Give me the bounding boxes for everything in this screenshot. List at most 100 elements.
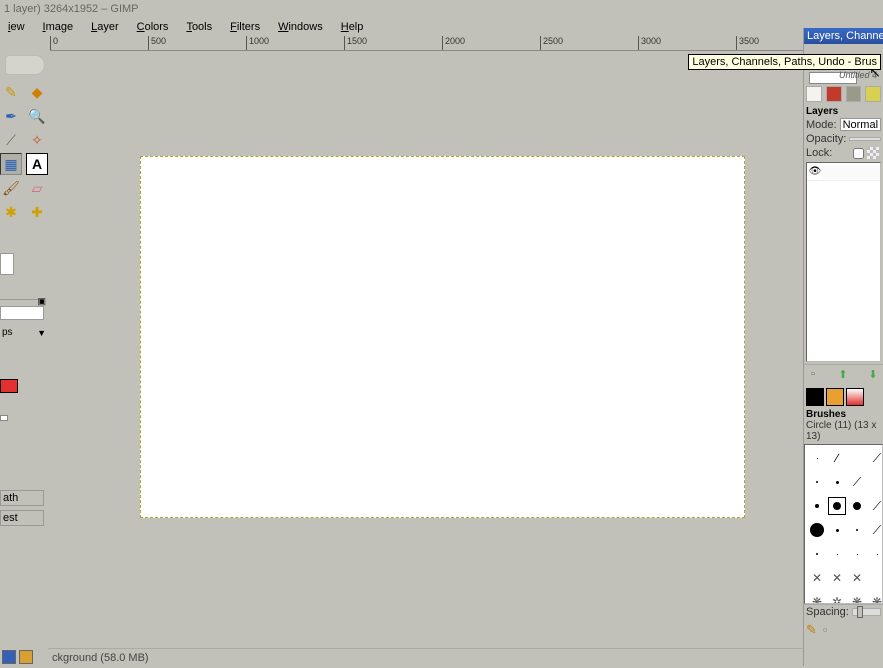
brush-item[interactable]: ∕ <box>828 449 846 467</box>
eye-icon[interactable]: 👁 <box>807 166 823 177</box>
brush-item[interactable] <box>808 449 826 467</box>
menu-filters[interactable]: Filters <box>222 20 268 34</box>
brush-item[interactable] <box>828 497 846 515</box>
mode-select[interactable]: Normal <box>840 118 881 131</box>
brush-item[interactable] <box>808 545 826 563</box>
swatch-orange[interactable] <box>826 388 844 406</box>
side-panel: Layers, Channels, Untitled 4 ↖ Layers Mo… <box>803 28 883 666</box>
brush-item[interactable]: ❋ <box>868 593 883 604</box>
tooltip: Layers, Channels, Paths, Undo - Brus <box>688 54 881 70</box>
brush-item[interactable] <box>868 545 883 563</box>
brush-preview-box[interactable] <box>0 253 14 275</box>
option-field-1[interactable] <box>0 306 44 320</box>
picker-icon[interactable]: ⟋ <box>0 129 22 151</box>
brush-item[interactable] <box>808 497 826 515</box>
brush-item[interactable] <box>868 569 883 587</box>
path-icon[interactable]: ✒ <box>0 105 22 127</box>
layer-row[interactable]: 👁 <box>807 163 880 181</box>
fg-color-swatch[interactable] <box>0 379 18 393</box>
title-text: 1 layer) 3264x1952 – GIMP <box>4 3 139 15</box>
bucket-icon[interactable]: ◆ <box>26 81 48 103</box>
menu-layer[interactable]: Layer <box>83 20 127 34</box>
brush-item[interactable] <box>828 473 846 491</box>
option-button-path[interactable]: ath <box>0 490 44 506</box>
ruler-tick: 2000 <box>442 36 465 51</box>
brush-grid[interactable]: ∕⟋⟋⟋⟋✕✕✕❋✲❋❋ <box>804 444 883 604</box>
brush-item[interactable] <box>868 473 883 491</box>
menu-bar: iewImageLayerColorsToolsFiltersWindowsHe… <box>0 18 883 36</box>
unit-select-label: ps <box>2 327 13 338</box>
menu-iew[interactable]: iew <box>0 20 33 34</box>
brush-item[interactable] <box>828 521 846 539</box>
smudge-icon[interactable]: ✱ <box>0 201 22 223</box>
undo-tab[interactable] <box>865 86 881 102</box>
brush-item[interactable] <box>828 545 846 563</box>
brush-icon[interactable]: 🖌 <box>0 177 22 199</box>
brush-item[interactable]: ⟋ <box>868 497 883 515</box>
swatch-red-grad[interactable] <box>846 388 864 406</box>
rect-select-icon[interactable] <box>5 55 45 75</box>
brush-item[interactable]: ❋ <box>808 593 826 604</box>
spacing-slider[interactable] <box>852 608 881 616</box>
expand-icon[interactable]: ▣ <box>37 296 46 307</box>
lower-layer-icon[interactable]: ⬇ <box>866 368 880 382</box>
option-button-est[interactable]: est <box>0 510 44 526</box>
swatch-black[interactable] <box>806 388 824 406</box>
zoom-icon[interactable]: 🔍 <box>26 105 48 127</box>
ruler-tick: 3500 <box>736 36 759 51</box>
eraser-icon[interactable]: ▱ <box>26 177 48 199</box>
brush-item[interactable] <box>848 521 866 539</box>
brush-item[interactable]: ✕ <box>808 569 826 587</box>
brush-item[interactable] <box>808 521 826 539</box>
text-icon[interactable]: A <box>26 153 48 175</box>
paths-tab[interactable] <box>846 86 862 102</box>
brush-item[interactable]: ⟋ <box>868 521 883 539</box>
pencil-icon[interactable]: ✎ <box>0 81 22 103</box>
mode-label: Mode: <box>806 119 837 131</box>
brush-item[interactable] <box>848 545 866 563</box>
new-layer-icon[interactable]: ▫ <box>806 368 820 382</box>
opacity-slider[interactable] <box>849 137 881 141</box>
brush-item[interactable] <box>848 449 866 467</box>
nav-right-icon[interactable] <box>19 650 33 664</box>
canvas-area[interactable] <box>50 51 803 636</box>
measure-icon[interactable]: ✧ <box>26 129 48 151</box>
menu-tools[interactable]: Tools <box>178 20 220 34</box>
new-brush-icon[interactable]: ▫ <box>823 622 828 638</box>
brush-item[interactable]: ✕ <box>828 569 846 587</box>
brushes-heading: Brushes <box>804 409 883 420</box>
menu-image[interactable]: Image <box>35 20 82 34</box>
menu-help[interactable]: Help <box>333 20 372 34</box>
ruler-horizontal: 0500100015002000250030003500 <box>50 36 803 51</box>
canvas[interactable] <box>140 156 745 518</box>
move-icon[interactable]: ▦ <box>0 153 22 175</box>
brush-item[interactable]: ⟋ <box>848 473 866 491</box>
edit-brush-icon[interactable]: ✎ <box>806 622 817 638</box>
brush-item[interactable] <box>848 497 866 515</box>
ruler-tick: 2500 <box>540 36 563 51</box>
brush-item[interactable]: ✲ <box>828 593 846 604</box>
status-bar: ckground (58.0 MB) <box>48 648 803 666</box>
side-panel-title[interactable]: Layers, Channels, <box>804 28 883 44</box>
dropdown-icon[interactable]: ▼ <box>37 328 46 338</box>
ruler-tick: 1500 <box>344 36 367 51</box>
status-text: ckground (58.0 MB) <box>52 652 149 664</box>
lock-label: Lock: <box>806 147 832 159</box>
opacity-label: Opacity: <box>806 133 846 145</box>
menu-colors[interactable]: Colors <box>129 20 177 34</box>
layers-heading: Layers <box>804 106 883 117</box>
brush-item[interactable]: ⟋ <box>868 449 883 467</box>
menu-windows[interactable]: Windows <box>270 20 331 34</box>
heal-icon[interactable]: ✚ <box>26 201 48 223</box>
brush-item[interactable] <box>808 473 826 491</box>
brush-item[interactable]: ❋ <box>848 593 866 604</box>
lock-pixels-checkbox[interactable] <box>853 148 864 159</box>
raise-layer-icon[interactable]: ⬆ <box>836 368 850 382</box>
layer-list[interactable]: 👁 <box>806 162 881 362</box>
layers-tab[interactable] <box>806 86 822 102</box>
brush-item[interactable]: ✕ <box>848 569 866 587</box>
channels-tab[interactable] <box>826 86 842 102</box>
lock-alpha-icon[interactable] <box>867 147 879 159</box>
title-bar: 1 layer) 3264x1952 – GIMP <box>0 0 883 18</box>
nav-left-icon[interactable] <box>2 650 16 664</box>
